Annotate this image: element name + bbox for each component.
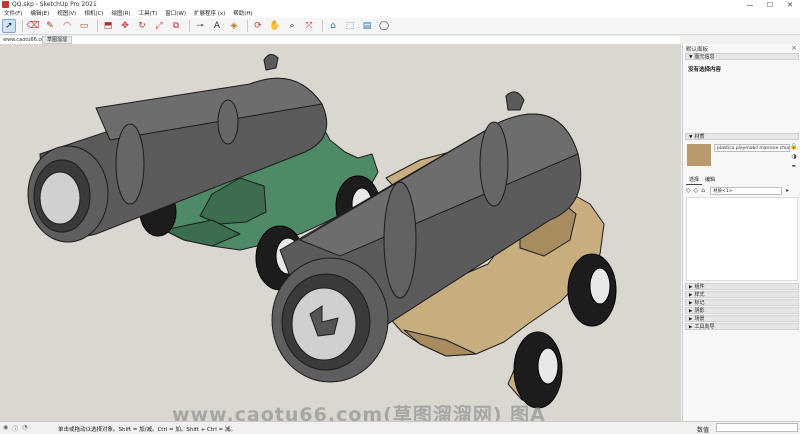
pan-tool-icon[interactable]: ✋ <box>268 19 282 33</box>
toolbar-divider <box>189 20 190 32</box>
create-material-icon[interactable]: ◑ <box>790 152 798 162</box>
tab-edit[interactable]: 编辑 <box>702 176 718 185</box>
paint-tool-icon[interactable]: ◈ <box>227 19 241 33</box>
instructor-header[interactable]: ▶ 工具向导 <box>685 323 799 330</box>
scale-tool-icon[interactable]: ⤢ <box>152 19 166 33</box>
shadows-header[interactable]: ▶ 阴影 <box>685 307 799 314</box>
minimize-button[interactable]: — <box>740 0 760 10</box>
menu-help[interactable]: 帮助(H) <box>229 10 256 18</box>
material-library-select[interactable]: 材质<1> <box>710 186 783 195</box>
shape-tool-icon[interactable]: ▭ <box>77 19 91 33</box>
collapse-triangle-icon: ▼ <box>689 135 693 140</box>
details-arrow-icon[interactable]: ▸ <box>786 187 789 194</box>
eyedropper-icon[interactable]: ✒ <box>790 162 798 172</box>
scene-tab[interactable]: 草图溜溜 <box>42 36 73 44</box>
orbit-tool-icon[interactable]: ⟳ <box>251 19 265 33</box>
offset-tool-icon[interactable]: ⧉ <box>169 19 183 33</box>
measurements-input[interactable] <box>716 423 798 432</box>
menu-bar: 文件(F) 编辑(E) 视图(V) 相机(C) 绘图(R) 工具(T) 窗口(W… <box>0 10 800 18</box>
materials-label: 材质 <box>694 134 705 140</box>
tags-header[interactable]: ▶ 标记 <box>685 299 799 306</box>
extension-warehouse-tool-icon[interactable]: ⬚ <box>343 19 357 33</box>
arc-tool-icon[interactable]: ◠ <box>60 19 74 33</box>
toolbar-divider <box>322 20 323 32</box>
menu-draw[interactable]: 绘图(R) <box>107 10 134 18</box>
collapse-triangle-icon: ▼ <box>689 55 693 60</box>
close-button[interactable]: ✕ <box>780 0 800 10</box>
account-tool-icon[interactable]: ◯ <box>377 19 391 33</box>
styles-label: 样式 <box>694 292 705 298</box>
warehouse-tool-icon[interactable]: ⌂ <box>326 19 340 33</box>
cannon-model-drawing <box>27 54 617 409</box>
main-toolbar: ➚ ⌫ ✎ ◠ ▭ ⬒ ✥ ↻ ⤢ ⧉ ⊸ A ◈ ⟳ ✋ ⌕ ⤧ ⌂ ⬚ ▤ … <box>0 18 800 35</box>
tags-label: 标记 <box>694 300 705 306</box>
move-tool-icon[interactable]: ✥ <box>118 19 132 33</box>
toolbar-divider <box>97 20 98 32</box>
menu-file[interactable]: 文件(F) <box>0 10 26 18</box>
material-name-field[interactable]: plastica playmobil marrone chiaro <box>714 144 790 152</box>
text-tool-icon[interactable]: A <box>210 19 224 33</box>
pushpull-tool-icon[interactable]: ⬒ <box>101 19 115 33</box>
eraser-tool-icon[interactable]: ⌫ <box>26 19 40 33</box>
material-list[interactable] <box>686 197 798 281</box>
shadows-label: 阴影 <box>694 308 705 314</box>
material-tabs: 选择 编辑 <box>686 176 718 185</box>
tab-select[interactable]: 选择 <box>686 176 703 185</box>
default-tray: 默认面板 × ▼ 图元信息 没有选择内容 ▼ 材质 plastica playmob… <box>682 44 800 421</box>
entity-info-label: 图元信息 <box>694 54 715 60</box>
user-icon[interactable]: ◔ <box>22 424 27 433</box>
zoom-extents-tool-icon[interactable]: ⤧ <box>302 19 316 33</box>
tray-close-icon[interactable]: × <box>791 44 797 52</box>
zoom-tool-icon[interactable]: ⌕ <box>285 19 299 33</box>
geo-location-icon[interactable]: ◉ <box>3 424 8 433</box>
maximize-button[interactable]: ☐ <box>760 0 780 10</box>
menu-window[interactable]: 窗口(W) <box>161 10 190 18</box>
credits-icon[interactable]: ⓘ <box>12 424 18 433</box>
layout-tool-icon[interactable]: ▤ <box>360 19 374 33</box>
status-text: 单击或拖动以选择对象。Shift = 加/减。Ctrl = 加。Shift + … <box>58 427 236 433</box>
entity-info-header[interactable]: ▼ 图元信息 <box>685 53 799 60</box>
instructor-label: 工具向导 <box>694 324 715 330</box>
line-tool-icon[interactable]: ✎ <box>43 19 57 33</box>
menu-tools[interactable]: 工具(T) <box>135 10 162 18</box>
expand-triangle-icon: ▶ <box>689 325 693 330</box>
toolbar-divider <box>247 20 248 32</box>
material-library-row: ◇ ◇ ⌂ 材质<1> ▸ <box>686 186 798 195</box>
material-swatch[interactable] <box>687 144 711 166</box>
forward-arrow-icon[interactable]: ◇ <box>694 187 699 194</box>
home-icon[interactable]: ⌂ <box>701 187 705 194</box>
sketchup-logo-icon <box>2 1 9 8</box>
entity-info-text: 没有选择内容 <box>688 67 722 73</box>
model-viewport[interactable] <box>0 44 681 421</box>
menu-camera[interactable]: 相机(C) <box>80 10 107 18</box>
toolbar-divider <box>22 20 23 32</box>
rotate-tool-icon[interactable]: ↻ <box>135 19 149 33</box>
components-label: 组件 <box>694 284 705 290</box>
window-title: QQ.skp - SketchUp Pro 2021 <box>12 1 97 8</box>
select-tool-icon[interactable]: ➚ <box>2 19 16 33</box>
menu-edit[interactable]: 编辑(E) <box>26 10 53 18</box>
styles-header[interactable]: ▶ 样式 <box>685 291 799 298</box>
tape-tool-icon[interactable]: ⊸ <box>193 19 207 33</box>
back-arrow-icon[interactable]: ◇ <box>686 187 691 194</box>
lock-icon[interactable]: 🔒 <box>790 142 798 152</box>
materials-header[interactable]: ▼ 材质 <box>685 133 799 140</box>
tray-title: 默认面板 <box>686 47 709 53</box>
status-bar: ◉ ⓘ ◔ 单击或拖动以选择对象。Shift = 加/减。Ctrl = 加。Sh… <box>0 421 800 434</box>
scenes-header[interactable]: ▶ 场景 <box>685 315 799 322</box>
material-side-icons: 🔒 ◑ ✒ <box>790 142 798 172</box>
scenes-label: 场景 <box>694 316 705 322</box>
menu-view[interactable]: 视图(V) <box>53 10 80 18</box>
components-header[interactable]: ▶ 组件 <box>685 283 799 290</box>
menu-extensions[interactable]: 扩展程序 (x) <box>190 10 229 18</box>
